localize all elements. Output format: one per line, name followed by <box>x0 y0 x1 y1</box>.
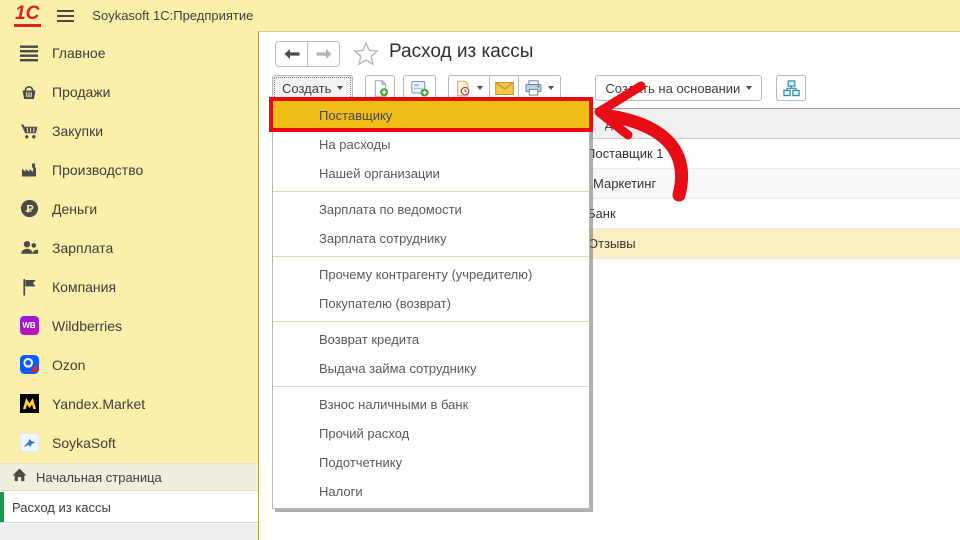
flag-icon <box>19 277 39 297</box>
menu-item-postavshiku[interactable]: Поставщику <box>273 101 589 130</box>
sidebar: Главное Продажи Закупки Производство Р Д… <box>0 31 258 463</box>
basket-icon <box>19 82 39 102</box>
chevron-down-icon <box>548 86 554 90</box>
sidebar-item-soykasoft[interactable]: SoykaSoft <box>0 423 258 462</box>
menu-separator <box>273 191 589 192</box>
sidebar-item-zarplata[interactable]: Зарплата <box>0 228 258 267</box>
app-title: Soykasoft 1С:Предприятие <box>92 8 253 23</box>
menu-item-prochemu-kontragentu[interactable]: Прочему контрагенту (учредителю) <box>273 260 589 289</box>
home-icon <box>12 468 27 487</box>
menu-item-nalogi[interactable]: Налоги <box>273 477 589 506</box>
tab-rasхod-iz-kassy[interactable]: Расход из кассы <box>0 492 258 523</box>
sidebar-item-kompania[interactable]: Компания <box>0 267 258 306</box>
topbar: 1С Soykasoft 1С:Предприятие <box>0 0 960 31</box>
menu-item-vydacha-zajma[interactable]: Выдача займа сотруднику <box>273 354 589 383</box>
wildberries-logo: WB <box>19 316 39 336</box>
back-button[interactable] <box>275 41 308 67</box>
favorite-star-icon[interactable] <box>353 41 379 71</box>
soykasoft-logo <box>19 433 39 453</box>
menu-item-na-rasхody[interactable]: На расходы <box>273 130 589 159</box>
ozon-logo <box>19 355 39 375</box>
menu-separator <box>273 321 589 322</box>
sidebar-item-wildberries[interactable]: WB Wildberries <box>0 306 258 345</box>
sidebar-item-yandex-market[interactable]: Yandex.Market <box>0 384 258 423</box>
menu-item-zarplata-sotrudniku[interactable]: Зарплата сотруднику <box>273 224 589 253</box>
chevron-down-icon <box>337 86 343 90</box>
menu-lines-icon <box>19 43 39 63</box>
hamburger-menu-icon[interactable] <box>57 10 74 22</box>
menu-item-podotchetniku[interactable]: Подотчетнику <box>273 448 589 477</box>
create-dropdown-menu: Поставщику На расходы Нашей организации … <box>272 98 590 509</box>
factory-icon <box>19 160 39 180</box>
related-documents-button[interactable] <box>776 75 806 101</box>
sidebar-item-prodazhi[interactable]: Продажи <box>0 72 258 111</box>
tab-home[interactable]: Начальная страница <box>0 463 258 491</box>
ruble-coin-icon: Р <box>19 199 39 219</box>
menu-item-nashej-organizacii[interactable]: Нашей организации <box>273 159 589 188</box>
menu-item-zarplata-po-vedomosti[interactable]: Зарплата по ведомости <box>273 195 589 224</box>
history-nav <box>275 41 340 67</box>
chevron-down-icon <box>746 86 752 90</box>
chevron-down-icon <box>477 86 483 90</box>
menu-item-vozvrat-kredita[interactable]: Возврат кредита <box>273 325 589 354</box>
forward-button[interactable] <box>307 41 340 67</box>
menu-separator <box>273 386 589 387</box>
active-tab-indicator <box>0 492 4 522</box>
sidebar-item-proizvodstvo[interactable]: Производство <box>0 150 258 189</box>
menu-item-prochij-rasхod[interactable]: Прочий расход <box>273 419 589 448</box>
sidebar-item-glavnoe[interactable]: Главное <box>0 33 258 72</box>
sidebar-item-zakupki[interactable]: Закупки <box>0 111 258 150</box>
menu-item-vznos-nalichnymi[interactable]: Взнос наличными в банк <box>273 390 589 419</box>
page-title: Расход из кассы <box>389 41 533 63</box>
svg-text:Р: Р <box>26 204 33 216</box>
sidebar-item-dengi[interactable]: Р Деньги <box>0 189 258 228</box>
cart-icon <box>19 121 39 141</box>
tab-strip-empty <box>0 524 258 540</box>
create-based-on-button[interactable]: Создать на основании <box>595 75 762 101</box>
menu-separator <box>273 256 589 257</box>
people-icon <box>19 238 39 258</box>
menu-item-pokupatelyu-vozvrat[interactable]: Покупателю (возврат) <box>273 289 589 318</box>
1c-logo: 1С <box>14 4 41 27</box>
yandex-market-logo <box>19 394 39 414</box>
sidebar-item-ozon[interactable]: Ozon <box>0 345 258 384</box>
